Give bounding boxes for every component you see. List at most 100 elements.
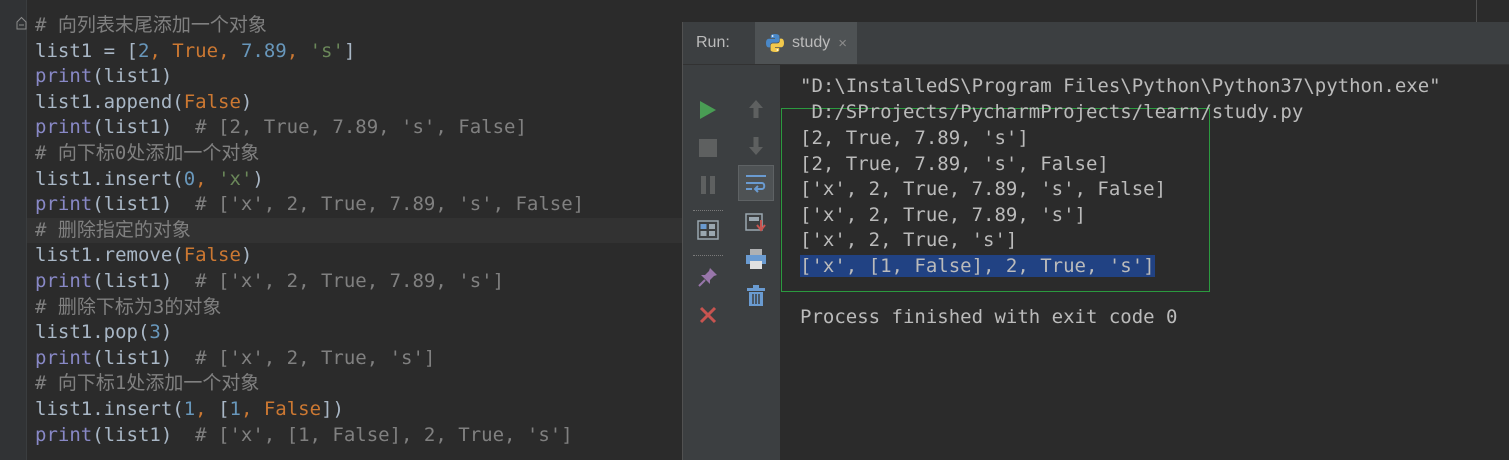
code-line[interactable]: # 删除指定的对象 bbox=[27, 217, 690, 244]
code-token: list1.insert( bbox=[35, 397, 184, 420]
code-token: 'x' bbox=[218, 167, 253, 190]
close-tab-icon[interactable]: × bbox=[838, 35, 847, 52]
console-line: ['x', 2, True, 7.89, 's'] bbox=[800, 204, 1086, 226]
code-line[interactable]: print(list1) # ['x', 2, True, 's'] bbox=[35, 346, 690, 372]
code-token: list1.insert( bbox=[35, 167, 184, 190]
code-line[interactable]: # 删除下标为3的对象 bbox=[35, 295, 690, 321]
toolbar-separator bbox=[693, 255, 723, 256]
code-line[interactable]: list1.append(False) bbox=[35, 90, 690, 116]
editor-gutter bbox=[0, 0, 27, 460]
code-lines[interactable]: # 向列表末尾添加一个对象 list1 = [2, True, 7.89, 's'… bbox=[27, 13, 690, 449]
code-line[interactable]: print(list1) # ['x', 2, True, 7.89, 's'] bbox=[35, 269, 690, 295]
code-token: (list1) bbox=[92, 193, 196, 216]
code-token: , bbox=[218, 39, 241, 62]
console-line: Process finished with exit code 0 bbox=[800, 306, 1178, 328]
selected-text[interactable]: ['x', [1, False], 2, True, 's'] bbox=[800, 255, 1155, 277]
code-token: # 删除指定的对象 bbox=[35, 218, 191, 241]
console-line: [2, True, 7.89, 's', False] bbox=[800, 153, 1109, 175]
code-token: False bbox=[183, 244, 241, 267]
code-token: 2 bbox=[137, 39, 150, 62]
code-token: (list1) bbox=[92, 65, 173, 88]
code-token: , bbox=[149, 39, 173, 62]
code-line[interactable]: list1.remove(False) bbox=[35, 243, 690, 269]
dump-threads-icon[interactable] bbox=[696, 218, 720, 242]
code-token: (list1) bbox=[92, 423, 196, 446]
soft-wrap-icon[interactable] bbox=[738, 165, 774, 201]
code-line[interactable]: print(list1) # ['x', [1, False], 2, True… bbox=[35, 423, 690, 449]
code-editor[interactable]: # 向列表末尾添加一个对象 list1 = [2, True, 7.89, 's'… bbox=[0, 0, 690, 460]
code-token: list1.append( bbox=[35, 90, 184, 113]
code-line[interactable]: # 向下标1处添加一个对象 bbox=[35, 371, 690, 397]
code-line[interactable]: print(list1) # [2, True, 7.89, 's', Fals… bbox=[35, 115, 690, 141]
run-header: Run: study × bbox=[683, 22, 1509, 65]
code-token: 7.89 bbox=[240, 39, 287, 62]
code-line[interactable]: list1 = [2, True, 7.89, 's'] bbox=[35, 39, 690, 65]
code-line[interactable]: list1.pop(3) bbox=[35, 320, 690, 346]
up-arrow-icon[interactable] bbox=[744, 97, 768, 121]
pin-tab-icon[interactable] bbox=[696, 265, 720, 289]
run-tab-study[interactable]: study × bbox=[755, 22, 858, 64]
code-token: False bbox=[183, 90, 241, 113]
python-icon bbox=[766, 34, 784, 52]
code-token: print bbox=[35, 65, 93, 88]
code-token: 's' bbox=[309, 39, 344, 62]
down-arrow-icon[interactable] bbox=[744, 134, 768, 158]
code-token: ) bbox=[160, 321, 173, 344]
code-line[interactable]: print(list1) bbox=[35, 64, 690, 90]
code-token: ) bbox=[240, 90, 253, 113]
code-token: # 删除下标为3的对象 bbox=[35, 295, 222, 318]
code-token: list1.pop( bbox=[35, 321, 150, 344]
code-token: , bbox=[195, 167, 219, 190]
code-token: # ['x', [1, False], 2, True, 's'] bbox=[195, 423, 573, 446]
console-line: ['x', 2, True, 7.89, 's', False] bbox=[800, 178, 1167, 200]
code-token: print bbox=[35, 269, 93, 292]
stop-icon[interactable] bbox=[696, 136, 720, 160]
code-token: 1 bbox=[229, 397, 241, 420]
code-line[interactable]: list1.insert(0, 'x') bbox=[35, 167, 690, 193]
code-token: print bbox=[35, 423, 93, 446]
console-line: [2, True, 7.89, 's'] bbox=[800, 127, 1029, 149]
close-run-icon[interactable] bbox=[696, 303, 720, 327]
run-tool-window: Run: study × "D:\InstalledS\Program File… bbox=[682, 0, 1509, 460]
code-token: # ['x', 2, True, 7.89, 's', False] bbox=[195, 193, 585, 216]
code-token: ) bbox=[252, 167, 264, 190]
code-token: ) bbox=[240, 244, 253, 267]
code-token: [ bbox=[218, 397, 230, 420]
code-line[interactable]: # 向下标0处添加一个对象 bbox=[35, 141, 690, 167]
print-icon[interactable] bbox=[744, 247, 768, 271]
code-token: False bbox=[263, 397, 322, 420]
editor-right-margin bbox=[1476, 0, 1477, 22]
console-line: "D:\InstalledS\Program Files\Python\Pyth… bbox=[800, 75, 1441, 97]
pause-icon[interactable] bbox=[696, 173, 720, 197]
code-token: ]) bbox=[321, 397, 344, 420]
code-token: # ['x', 2, True, 7.89, 's'] bbox=[195, 269, 505, 292]
code-line[interactable]: # 向列表末尾添加一个对象 bbox=[35, 13, 690, 39]
code-line[interactable]: list1.insert(1, [1, False]) bbox=[35, 397, 690, 423]
code-token: , bbox=[240, 397, 264, 420]
code-token: (list1) bbox=[92, 346, 196, 369]
run-tab-label: study bbox=[792, 34, 831, 51]
code-token: # 向下标1处添加一个对象 bbox=[35, 372, 260, 395]
run-toolbar-secondary bbox=[733, 65, 781, 460]
clear-all-icon[interactable] bbox=[744, 284, 768, 308]
console-line: D:/SProjects/PycharmProjects/learn/study… bbox=[800, 101, 1304, 123]
rerun-icon[interactable] bbox=[696, 98, 720, 122]
console-line: ['x', 2, True, 's'] bbox=[800, 229, 1018, 251]
console-output[interactable]: "D:\InstalledS\Program Files\Python\Pyth… bbox=[781, 65, 1509, 460]
code-token: print bbox=[35, 193, 93, 216]
run-toolbar-primary bbox=[683, 65, 734, 460]
code-token: print bbox=[35, 116, 93, 139]
scroll-to-end-icon[interactable] bbox=[744, 210, 768, 234]
toolbar-separator bbox=[693, 210, 723, 211]
code-token: # 向下标0处添加一个对象 bbox=[35, 141, 260, 164]
code-token: 1 bbox=[183, 397, 196, 420]
code-token: # 向列表末尾添加一个对象 bbox=[35, 14, 267, 36]
run-label: Run: bbox=[696, 34, 730, 51]
code-token: print bbox=[35, 346, 93, 369]
code-token: 3 bbox=[149, 321, 161, 344]
code-token: # ['x', 2, True, 's'] bbox=[195, 346, 436, 369]
fold-marker-icon[interactable] bbox=[16, 16, 28, 34]
code-line[interactable]: print(list1) # ['x', 2, True, 7.89, 's',… bbox=[35, 192, 690, 218]
code-token: (list1) bbox=[92, 116, 196, 139]
code-token: , bbox=[286, 39, 310, 62]
